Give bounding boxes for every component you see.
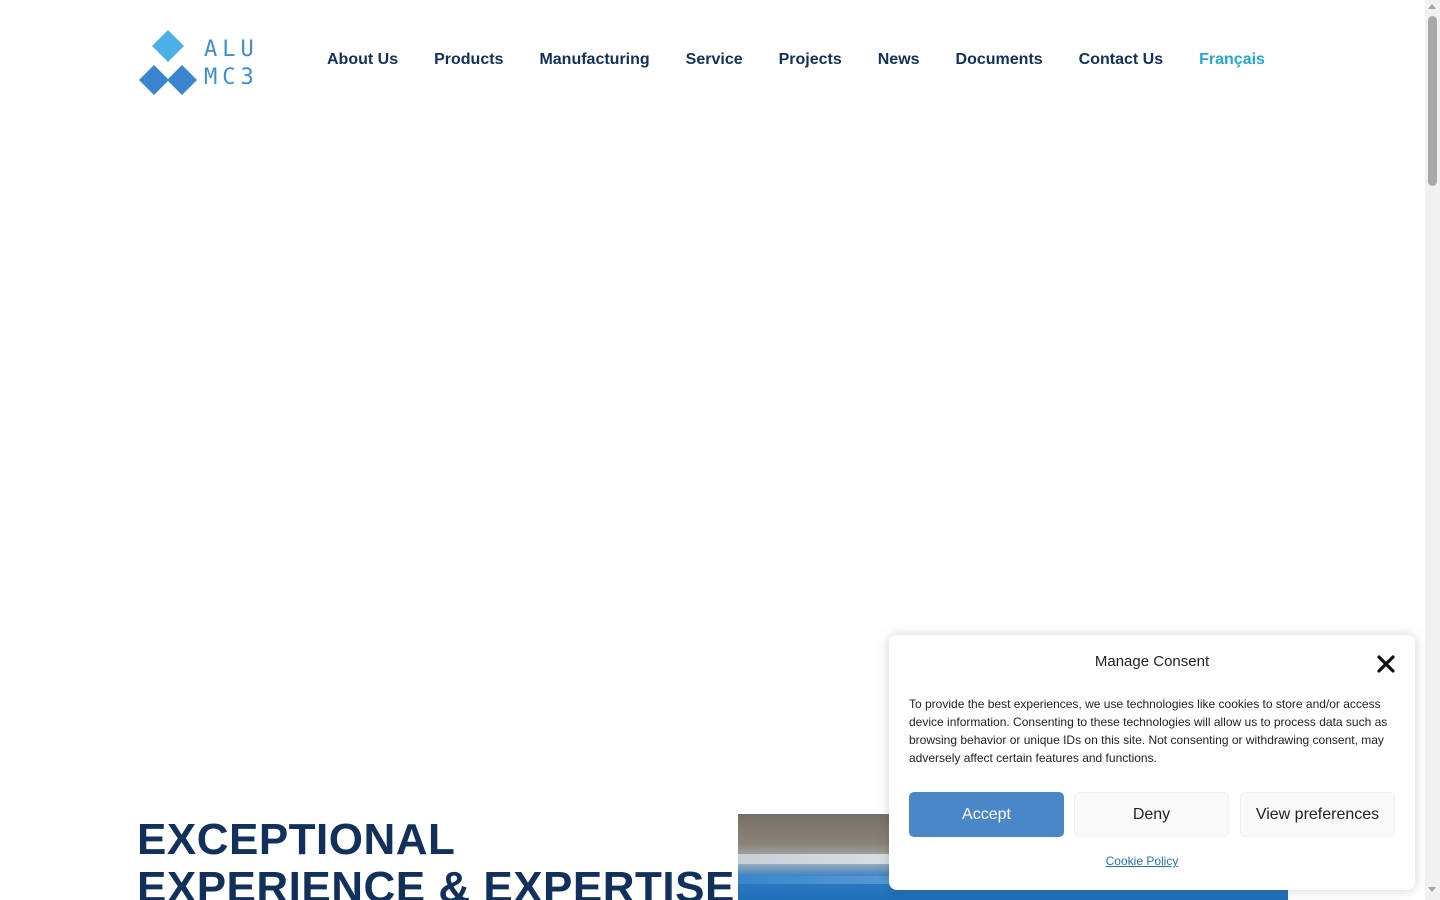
site-logo[interactable]: ALU MC3 (137, 28, 269, 98)
hero-title: EXCEPTIONAL EXPERIENCE & EXPERTISE (137, 815, 735, 900)
nav-contact-us[interactable]: Contact Us (1061, 51, 1181, 69)
logo-wordmark: ALU MC3 (204, 36, 259, 92)
cookie-policy-link[interactable]: Cookie Policy (889, 854, 1395, 868)
scroll-down-arrow-icon[interactable] (1428, 887, 1436, 892)
scroll-thumb[interactable] (1428, 16, 1437, 186)
scroll-up-arrow-icon[interactable] (1428, 4, 1436, 9)
nav-news[interactable]: News (860, 51, 938, 69)
close-x-icon[interactable] (1375, 653, 1397, 675)
page-scrollbar[interactable] (1425, 0, 1440, 900)
nav-language-switch[interactable]: Français (1181, 51, 1283, 69)
deny-button[interactable]: Deny (1074, 792, 1229, 837)
nav-manufacturing[interactable]: Manufacturing (521, 51, 667, 69)
accept-button[interactable]: Accept (909, 792, 1064, 837)
hero-title-line-2: EXPERIENCE & EXPERTISE (137, 863, 735, 900)
view-preferences-button[interactable]: View preferences (1240, 792, 1395, 837)
consent-title: Manage Consent (1094, 653, 1210, 670)
logo-line-2: MC3 (204, 65, 259, 90)
nav-projects[interactable]: Projects (761, 51, 860, 69)
nav-service[interactable]: Service (668, 51, 761, 69)
logo-line-1: ALU (204, 37, 259, 62)
consent-body-text: To provide the best experiences, we use … (909, 697, 1388, 765)
main-nav: About Us Products Manufacturing Service … (309, 44, 1283, 76)
nav-about-us[interactable]: About Us (309, 51, 416, 69)
nav-documents[interactable]: Documents (938, 51, 1061, 69)
logo-diamond-icon (139, 30, 197, 95)
site-header: ALU MC3 About Us Products Manufacturing … (0, 0, 1425, 120)
cookie-consent-dialog: Manage Consent To provide the best exper… (889, 635, 1415, 890)
nav-products[interactable]: Products (416, 51, 521, 69)
hero-title-line-1: EXCEPTIONAL (137, 815, 456, 864)
